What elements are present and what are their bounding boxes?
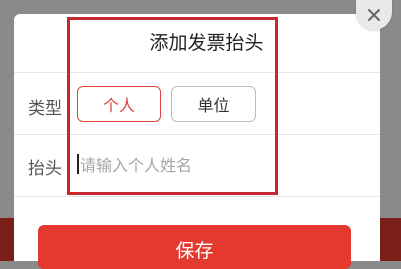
type-option-company[interactable]: 单位 xyxy=(171,86,256,122)
type-label: 类型 xyxy=(28,99,62,119)
divider xyxy=(14,196,380,197)
header-name-input[interactable]: 请输入个人姓名 xyxy=(77,150,277,178)
save-button-label: 保存 xyxy=(175,240,214,262)
divider xyxy=(14,72,380,73)
close-icon xyxy=(368,9,380,21)
save-button[interactable]: 保存 xyxy=(38,225,351,269)
type-option-personal-label: 个人 xyxy=(102,96,135,115)
divider xyxy=(14,134,380,135)
header-name-placeholder: 请输入个人姓名 xyxy=(80,156,193,175)
type-option-company-label: 单位 xyxy=(197,96,230,115)
dialog-title: 添加发票抬头 xyxy=(149,32,264,54)
text-caret xyxy=(77,154,79,174)
type-option-personal[interactable]: 个人 xyxy=(77,86,161,122)
close-button[interactable] xyxy=(356,0,392,30)
header-label: 抬头 xyxy=(28,159,62,179)
